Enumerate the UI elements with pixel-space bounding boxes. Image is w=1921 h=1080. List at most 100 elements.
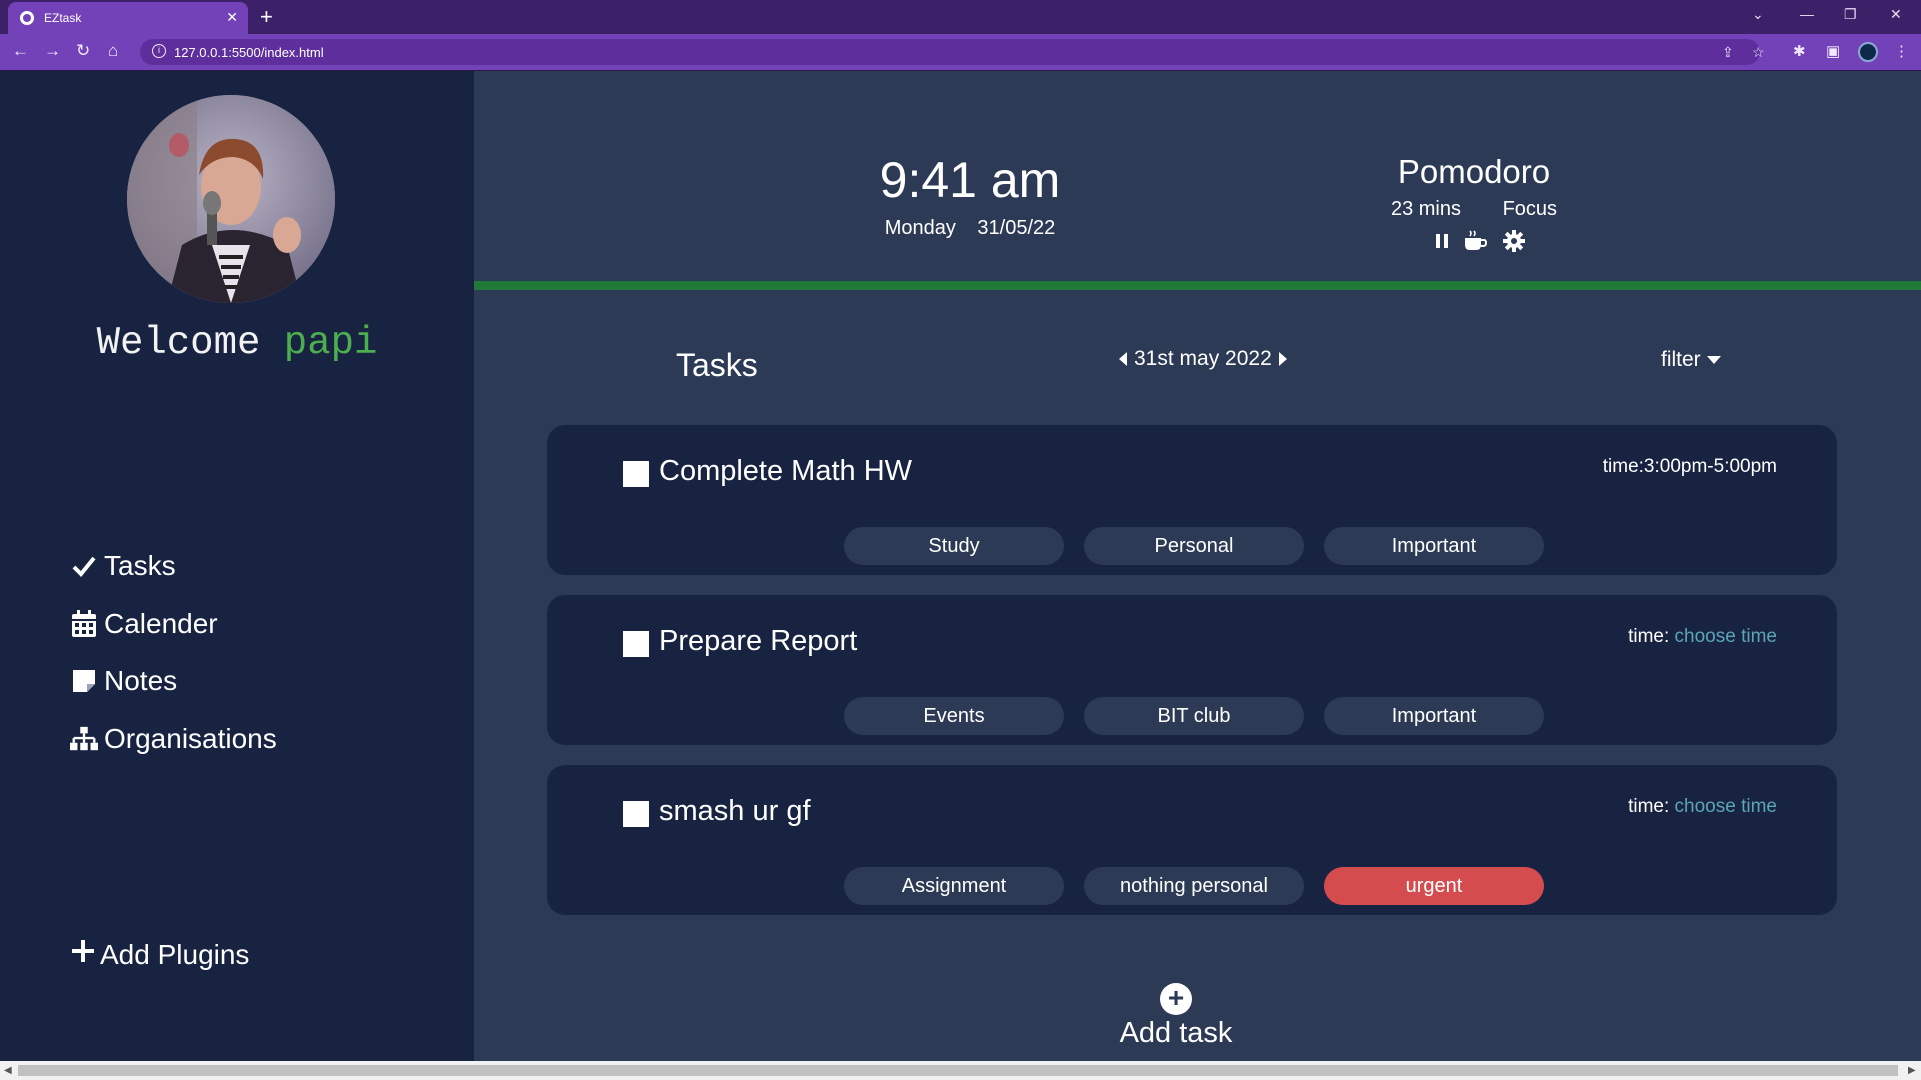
clock-time: 9:41 am xyxy=(879,152,1061,208)
share-icon[interactable]: ⇪ xyxy=(1722,44,1734,61)
tag-chip[interactable]: Important xyxy=(1324,527,1544,565)
browser-toolbar: ← → ↻ ⌂ i 127.0.0.1:5500/index.html ⇪ ☆ … xyxy=(0,34,1921,70)
pomodoro-mode: Focus xyxy=(1502,198,1558,220)
task-name: Prepare Report xyxy=(659,625,858,657)
user-name: papi xyxy=(283,321,378,365)
tag-chip[interactable]: Personal xyxy=(1084,527,1304,565)
window-close-icon[interactable]: ✕ xyxy=(1890,6,1902,23)
prev-day-icon[interactable] xyxy=(1119,352,1127,366)
task-card: Prepare Report time: choose time Events … xyxy=(547,595,1837,745)
current-date: 31st may 2022 xyxy=(1134,347,1272,370)
address-bar[interactable]: i 127.0.0.1:5500/index.html ⇪ ☆ xyxy=(140,39,1765,65)
filter-dropdown[interactable]: filter xyxy=(1661,348,1721,372)
welcome-message: Welcome papi xyxy=(0,321,474,365)
pomodoro-status: 23 mins Focus xyxy=(1354,198,1594,221)
tab-title: EZtask xyxy=(44,11,82,25)
tasks-heading: Tasks xyxy=(676,347,758,383)
pomodoro-controls xyxy=(1424,229,1526,255)
url-text: 127.0.0.1:5500/index.html xyxy=(174,45,324,60)
sidebar-item-calender[interactable]: Calender xyxy=(70,604,218,644)
menu-kebab-icon[interactable]: ⋮ xyxy=(1894,42,1909,60)
task-checkbox[interactable] xyxy=(623,801,649,827)
pomodoro-duration: 23 mins xyxy=(1390,198,1461,220)
pomodoro-progress-bar xyxy=(474,281,1921,290)
calendar-icon xyxy=(70,610,98,638)
browser-tab[interactable]: EZtask ✕ xyxy=(8,2,248,34)
new-tab-icon[interactable]: + xyxy=(260,4,273,30)
forward-icon[interactable]: → xyxy=(44,41,61,61)
sidebar-item-label: Tasks xyxy=(104,550,176,581)
task-time: time: choose time xyxy=(1628,626,1777,648)
user-avatar[interactable] xyxy=(127,95,335,303)
back-icon[interactable]: ← xyxy=(12,41,29,61)
task-card: smash ur gf time: choose time Assignment… xyxy=(547,765,1837,915)
welcome-text: Welcome xyxy=(96,321,261,365)
add-task-label: Add task xyxy=(1119,1017,1233,1049)
pomodoro-title: Pomodoro xyxy=(1397,153,1551,190)
task-time: time: choose time xyxy=(1628,796,1777,818)
horizontal-scrollbar[interactable]: ◀ ▶ xyxy=(0,1061,1921,1080)
tab-strip: EZtask ✕ + ⌄ — ❐ ✕ xyxy=(0,0,1921,34)
reload-icon[interactable]: ↻ xyxy=(76,41,90,61)
add-plugins-label: Add Plugins xyxy=(100,938,250,970)
tag-chip[interactable]: Assignment xyxy=(844,867,1064,905)
choose-time-link[interactable]: choose time xyxy=(1675,626,1777,647)
extensions-icon[interactable]: ✱ xyxy=(1793,42,1806,60)
sitemap-icon xyxy=(70,725,98,753)
site-info-icon[interactable]: i xyxy=(152,44,166,58)
avatar-photo xyxy=(127,95,335,303)
browser-chrome: EZtask ✕ + ⌄ — ❐ ✕ ← → ↻ ⌂ i 127.0.0.1:5… xyxy=(0,0,1921,71)
sidebar-item-notes[interactable]: Notes xyxy=(70,661,177,701)
home-icon[interactable]: ⌂ xyxy=(108,41,118,61)
coffee-break-icon[interactable] xyxy=(1462,229,1488,253)
check-icon xyxy=(70,552,98,580)
filter-label: filter xyxy=(1661,348,1701,371)
sidebar: Welcome papi Tasks Calender Notes Organi… xyxy=(0,71,474,1061)
sidebar-item-organisations[interactable]: Organisations xyxy=(70,719,277,759)
main-content: 9:41 am Monday 31/05/22 Pomodoro 23 mins… xyxy=(474,71,1921,1061)
tag-chip[interactable]: Events xyxy=(844,697,1064,735)
profile-avatar[interactable] xyxy=(1858,42,1878,62)
tag-chip-urgent[interactable]: urgent xyxy=(1324,867,1544,905)
add-plugins-button[interactable]: Add Plugins xyxy=(70,938,249,971)
sidebar-item-tasks[interactable]: Tasks xyxy=(70,546,176,586)
date-navigator: 31st may 2022 xyxy=(1119,347,1287,371)
next-day-icon[interactable] xyxy=(1278,352,1287,366)
task-checkbox[interactable] xyxy=(623,461,649,487)
plus-icon xyxy=(70,938,96,971)
date-value: 31/05/22 xyxy=(977,217,1056,239)
clock-date: Monday 31/05/22 xyxy=(840,217,1100,240)
caret-down-icon xyxy=(1706,356,1721,364)
side-panel-icon[interactable]: ▣ xyxy=(1826,42,1840,60)
bookmark-star-icon[interactable]: ☆ xyxy=(1752,44,1765,61)
task-name: Complete Math HW xyxy=(659,455,913,487)
tag-chip[interactable]: Study xyxy=(844,527,1064,565)
close-icon[interactable]: ✕ xyxy=(226,9,238,26)
pause-icon[interactable] xyxy=(1430,229,1454,253)
tag-chip[interactable]: nothing personal xyxy=(1084,867,1304,905)
task-time-label: time: xyxy=(1628,796,1675,817)
scrollbar-thumb[interactable] xyxy=(18,1065,1898,1076)
task-time: time:3:00pm-5:00pm xyxy=(1603,456,1777,478)
task-time-label: time:3:00pm-5:00pm xyxy=(1602,456,1777,477)
task-time-label: time: xyxy=(1628,626,1675,647)
add-task-button[interactable]: + Add task xyxy=(1074,983,1278,1050)
day-name: Monday xyxy=(884,217,956,239)
task-name: smash ur gf xyxy=(659,795,811,827)
sidebar-item-label: Organisations xyxy=(104,723,277,754)
task-card: Complete Math HW time:3:00pm-5:00pm Stud… xyxy=(547,425,1837,575)
choose-time-link[interactable]: choose time xyxy=(1675,796,1777,817)
restore-icon[interactable]: ❐ xyxy=(1844,6,1857,23)
tab-search-icon[interactable]: ⌄ xyxy=(1752,6,1764,23)
tag-chip[interactable]: BIT club xyxy=(1084,697,1304,735)
globe-icon xyxy=(20,11,34,25)
tag-chip[interactable]: Important xyxy=(1324,697,1544,735)
minimize-icon[interactable]: — xyxy=(1800,6,1814,22)
add-circle-icon: + xyxy=(1160,983,1192,1015)
scroll-left-icon[interactable]: ◀ xyxy=(4,1065,12,1076)
gear-icon[interactable] xyxy=(1502,229,1526,253)
note-icon xyxy=(70,667,98,695)
sidebar-item-label: Calender xyxy=(104,608,218,639)
task-checkbox[interactable] xyxy=(623,631,649,657)
scroll-right-icon[interactable]: ▶ xyxy=(1908,1065,1916,1076)
